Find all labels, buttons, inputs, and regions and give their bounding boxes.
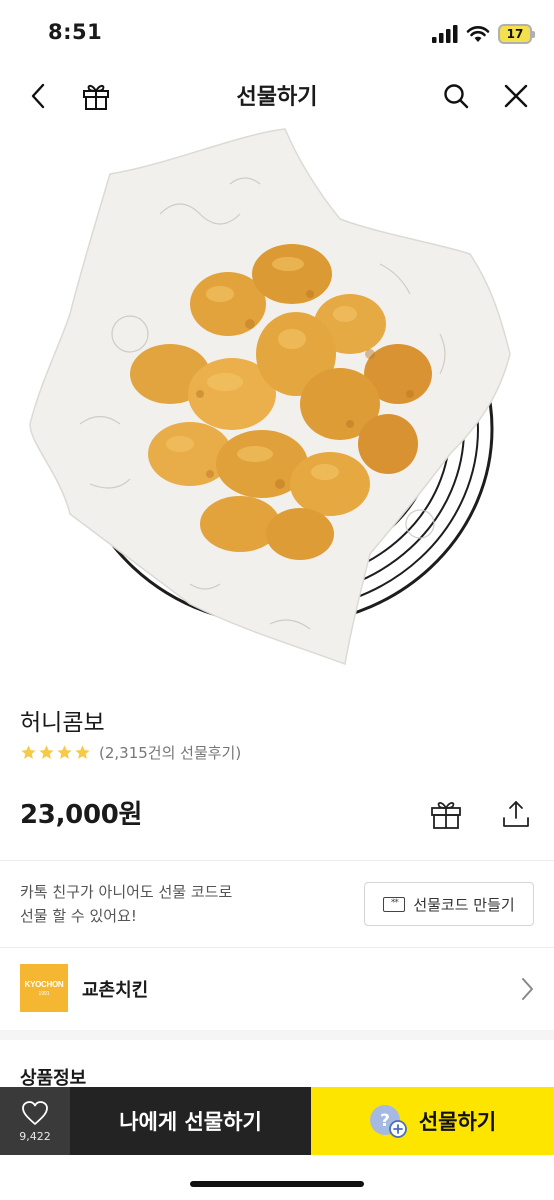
star-icon	[57, 745, 72, 759]
gift-code-description: 카톡 친구가 아니어도 선물 코드로 선물 할 수 있어요!	[20, 880, 340, 928]
product-name: 허니콤보	[20, 710, 105, 736]
cellular-signal-icon	[432, 25, 458, 43]
star-icon	[39, 745, 54, 759]
send-gift-label: 선물하기	[418, 1110, 497, 1134]
home-indicator	[190, 1181, 364, 1187]
brand-name: 교촌치킨	[82, 980, 149, 1001]
gift-code-line1: 카톡 친구가 아니어도 선물 코드로	[20, 883, 233, 901]
fried-chicken-illustration	[29, 128, 511, 666]
battery-level: 17	[506, 27, 524, 41]
code-icon: **	[383, 896, 406, 912]
bottom-action-bar: 9,422 나에게 선물하기 ? 선물하기	[0, 1087, 554, 1155]
gift-to-myself-button[interactable]: 나에게 선물하기	[70, 1087, 311, 1155]
chevron-right-icon	[522, 978, 533, 1000]
product-price: 23,000원	[20, 800, 143, 830]
like-count: 9,422	[19, 1129, 51, 1143]
like-button[interactable]: 9,422	[0, 1087, 70, 1155]
review-count: (2,315건의 선물후기)	[99, 744, 242, 762]
product-image	[0, 124, 554, 684]
divider	[0, 860, 554, 861]
star-icon	[75, 745, 90, 759]
star-icon	[21, 745, 36, 759]
section-gap	[0, 1030, 554, 1040]
rating-row[interactable]: (2,315건의 선물후기)	[20, 742, 241, 763]
nav-bar: 선물하기	[0, 66, 554, 124]
heart-icon	[22, 1100, 48, 1125]
svg-text:?: ?	[380, 1111, 390, 1131]
bottom-safe-area	[0, 1155, 554, 1200]
close-icon	[504, 84, 528, 108]
brand-logo-sub: 1991	[38, 990, 50, 997]
gift-wish-button[interactable]	[426, 794, 466, 834]
create-gift-code-button[interactable]: ** 선물코드 만들기	[364, 882, 534, 926]
wifi-icon	[466, 26, 490, 42]
create-gift-code-label: 선물코드 만들기	[413, 895, 515, 914]
brand-row[interactable]: KYOCHON 1991 교촌치킨	[0, 948, 554, 1030]
gift-code-line2: 선물 할 수 있어요!	[20, 907, 137, 925]
add-friend-icon: ?	[369, 1105, 407, 1138]
brand-logo: KYOCHON 1991	[20, 964, 68, 1012]
status-icons: 17	[432, 22, 535, 46]
status-time: 8:51	[48, 20, 103, 44]
search-button[interactable]	[436, 76, 476, 116]
battery-indicator: 17	[498, 24, 535, 44]
search-icon	[444, 84, 469, 109]
rating-stars	[20, 744, 91, 761]
gift-to-myself-label: 나에게 선물하기	[119, 1110, 262, 1134]
send-gift-button[interactable]: ? 선물하기	[311, 1087, 554, 1155]
gift-icon	[431, 801, 461, 829]
price-actions	[426, 794, 536, 834]
share-icon	[503, 801, 529, 827]
close-button[interactable]	[496, 76, 536, 116]
status-bar: 8:51 17	[0, 0, 554, 66]
brand-logo-main: KYOCHON	[24, 979, 64, 989]
share-button[interactable]	[496, 794, 536, 834]
